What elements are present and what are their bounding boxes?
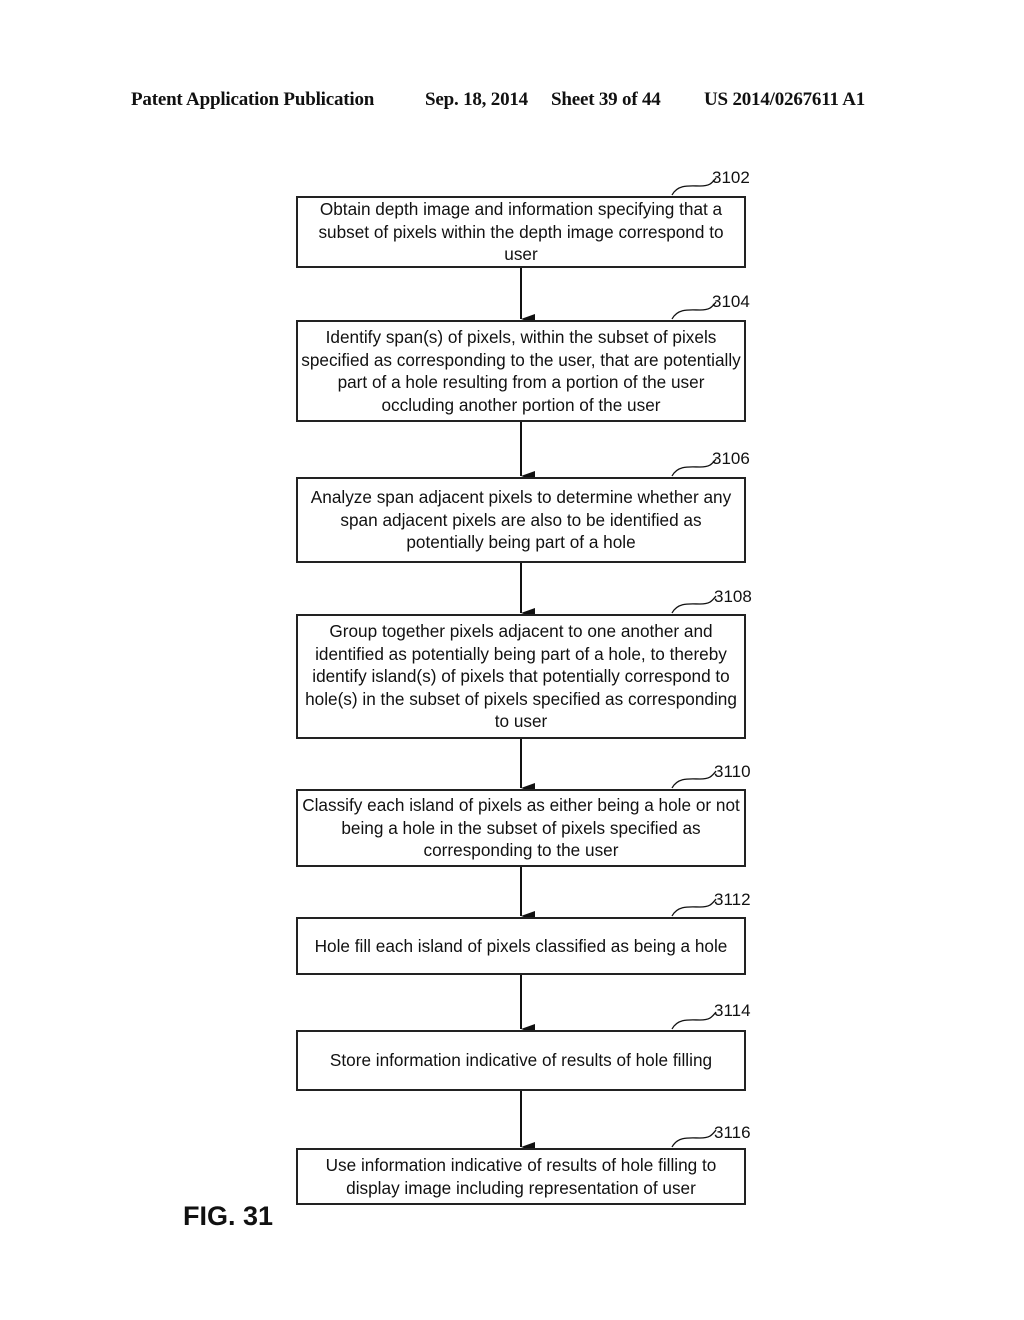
- step-box-3112: Hole fill each island of pixels classifi…: [296, 917, 746, 975]
- step-box-3114: Store information indicative of results …: [296, 1030, 746, 1091]
- ref-label-3102: 3102: [712, 168, 750, 187]
- ref-leader-line: [671, 1129, 717, 1148]
- step-box-3104: Identify span(s) of pixels, within the s…: [296, 320, 746, 422]
- ref-leader-line: [671, 1011, 717, 1030]
- ref-label-3112: 3112: [714, 890, 751, 909]
- step-box-3108: Group together pixels adjacent to one an…: [296, 614, 746, 739]
- ref-label-3116: 3116: [714, 1123, 751, 1142]
- ref-label-3108: 3108: [714, 587, 752, 606]
- ref-leader-line: [671, 898, 717, 917]
- step-box-3110: Classify each island of pixels as either…: [296, 789, 746, 867]
- ref-label-3114: 3114: [714, 1001, 751, 1020]
- ref-label-3106: 3106: [712, 449, 750, 468]
- ref-leader-line: [671, 301, 717, 320]
- figure-label: FIG. 31: [183, 1201, 274, 1231]
- ref-label-3110: 3110: [714, 762, 751, 781]
- ref-label-3104: 3104: [712, 292, 750, 311]
- ref-leader-line: [671, 458, 717, 477]
- step-box-3116: Use information indicative of results of…: [296, 1148, 746, 1205]
- step-box-3106: Analyze span adjacent pixels to determin…: [296, 477, 746, 563]
- ref-leader-line: [671, 770, 717, 789]
- ref-leader-line: [671, 177, 717, 196]
- ref-leader-line: [671, 595, 717, 614]
- step-box-3102: Obtain depth image and information speci…: [296, 196, 746, 268]
